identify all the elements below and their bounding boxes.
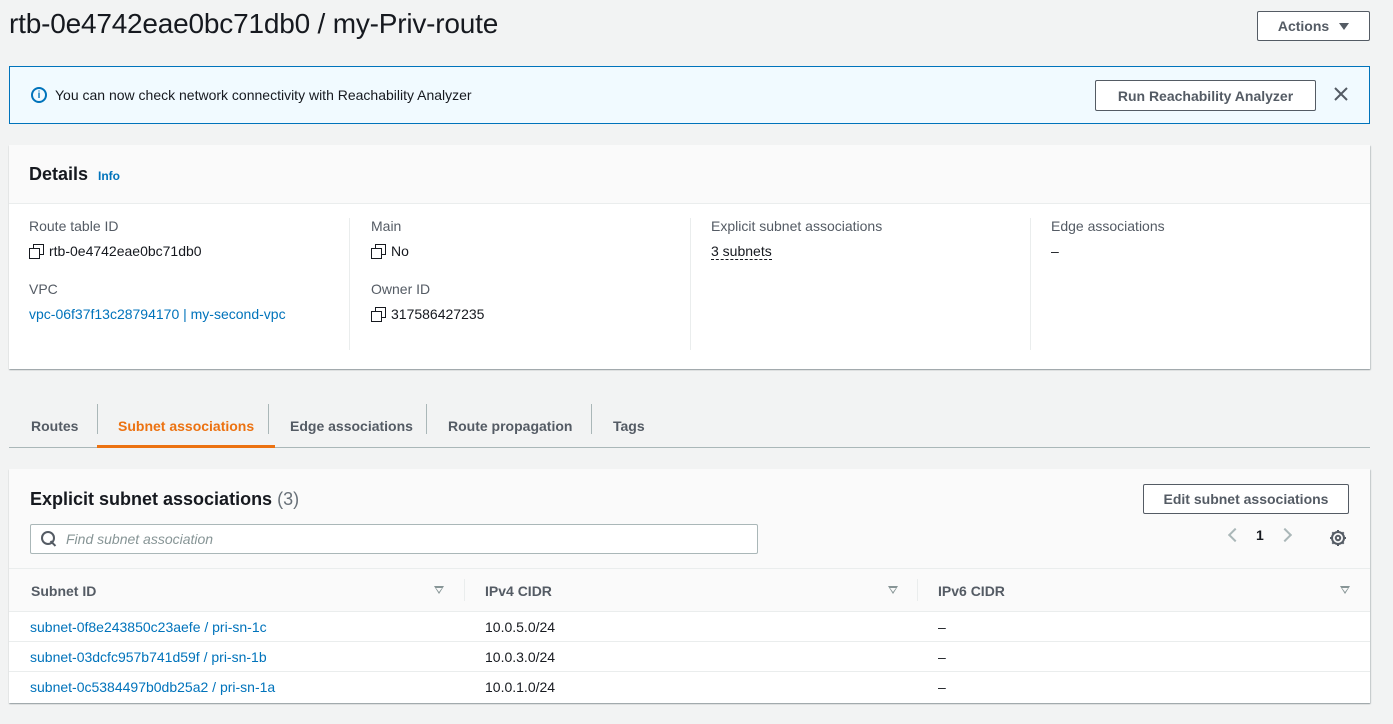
tab-edge-associations[interactable]: Edge associations [269,404,434,447]
info-link[interactable]: Info [98,169,120,183]
owner-id-value: 317586427235 [391,306,485,322]
details-col-4: Edge associations – [1030,218,1350,350]
search-box [30,524,758,554]
table-header: Subnet ID IPv4 CIDR IPv6 CIDR [9,569,1370,612]
search-input[interactable] [66,531,746,547]
details-col-1: Route table ID rtb-0e4742eae0bc71db0 VPC… [29,218,349,350]
ipv4-cidr-cell: 10.0.3.0/24 [485,649,556,665]
copy-icon[interactable] [29,244,44,259]
search-icon [41,531,57,547]
column-header-subnet-id[interactable]: Subnet ID [31,569,96,612]
details-col-3: Explicit subnet associations 3 subnets [690,218,1030,350]
page-number[interactable]: 1 [1256,527,1264,543]
table-row: subnet-03dcfc957b741d59f / pri-sn-1b 10.… [9,642,1370,672]
gear-icon[interactable] [1329,529,1347,547]
route-table-id-value: rtb-0e4742eae0bc71db0 [49,243,202,259]
sort-icon[interactable] [888,586,898,594]
main-value: No [391,243,409,259]
sort-icon[interactable] [434,586,444,594]
table-row: subnet-0c5384497b0db25a2 / pri-sn-1a 10.… [9,672,1370,702]
route-table-id-label: Route table ID [29,218,119,234]
chevron-left-icon[interactable] [1227,527,1243,543]
ipv4-cidr-cell: 10.0.1.0/24 [485,679,556,695]
explicit-subnets-link[interactable]: 3 subnets [711,243,772,260]
reachability-flash-banner: i You can now check network connectivity… [9,66,1370,124]
subnet-id-link[interactable]: subnet-0c5384497b0db25a2 / pri-sn-1a [30,672,275,702]
ipv6-cidr-cell: – [938,679,946,695]
column-divider[interactable] [917,579,918,601]
main-label: Main [371,218,402,234]
pagination: 1 [1224,527,1292,543]
details-header: Details Info [9,145,1370,204]
details-panel: Details Info Route table ID rtb-0e4742ea… [9,145,1370,369]
edit-subnet-associations-button[interactable]: Edit subnet associations [1143,484,1349,514]
vpc-link[interactable]: vpc-06f37f13c28794170 | my-second-vpc [29,306,286,322]
vpc-label: VPC [29,281,58,297]
ipv4-cidr-cell: 10.0.5.0/24 [485,619,556,635]
subnet-associations-title: Explicit subnet associations (3) [30,489,299,510]
tab-bar: Routes Subnet associations Edge associat… [9,400,1370,448]
subnet-associations-title-text: Explicit subnet associations [30,489,273,509]
explicit-subnet-associations-label: Explicit subnet associations [711,218,883,234]
sort-icon[interactable] [1340,586,1350,594]
info-icon: i [31,87,47,103]
flash-message: You can now check network connectivity w… [55,87,472,103]
subnet-id-link[interactable]: subnet-03dcfc957b741d59f / pri-sn-1b [30,642,267,672]
tab-subnet-associations[interactable]: Subnet associations [97,404,276,448]
column-header-ipv4-cidr[interactable]: IPv4 CIDR [485,569,552,612]
tab-route-propagation[interactable]: Route propagation [427,404,593,447]
edge-associations-value: – [1051,243,1059,259]
ipv6-cidr-cell: – [938,619,946,635]
tab-tags[interactable]: Tags [592,404,666,447]
column-header-ipv6-cidr[interactable]: IPv6 CIDR [938,569,1005,612]
subnet-associations-count: (3) [277,489,300,509]
page-title: rtb-0e4742eae0bc71db0 / my-Priv-route [9,8,499,39]
details-col-2: Main No Owner ID 317586427235 [349,218,690,350]
run-reachability-analyzer-button[interactable]: Run Reachability Analyzer [1095,80,1316,111]
close-icon[interactable] [1330,83,1352,105]
chevron-right-icon[interactable] [1277,527,1292,543]
copy-icon[interactable] [371,307,386,322]
subnet-id-link[interactable]: subnet-0f8e243850c23aefe / pri-sn-1c [30,612,267,642]
actions-button[interactable]: Actions [1257,11,1370,41]
ipv6-cidr-cell: – [938,649,946,665]
table-row: subnet-0f8e243850c23aefe / pri-sn-1c 10.… [9,612,1370,642]
edge-associations-label: Edge associations [1051,218,1165,234]
subnet-associations-panel: Explicit subnet associations (3) Edit su… [9,469,1370,703]
actions-button-label: Actions [1277,18,1330,34]
caret-down-icon [1339,22,1350,30]
copy-icon[interactable] [371,244,386,259]
owner-id-label: Owner ID [371,281,431,297]
details-title: Details [29,164,89,184]
column-divider[interactable] [464,579,465,601]
tab-routes[interactable]: Routes [10,404,99,447]
subnet-associations-header: Explicit subnet associations (3) Edit su… [9,469,1370,569]
